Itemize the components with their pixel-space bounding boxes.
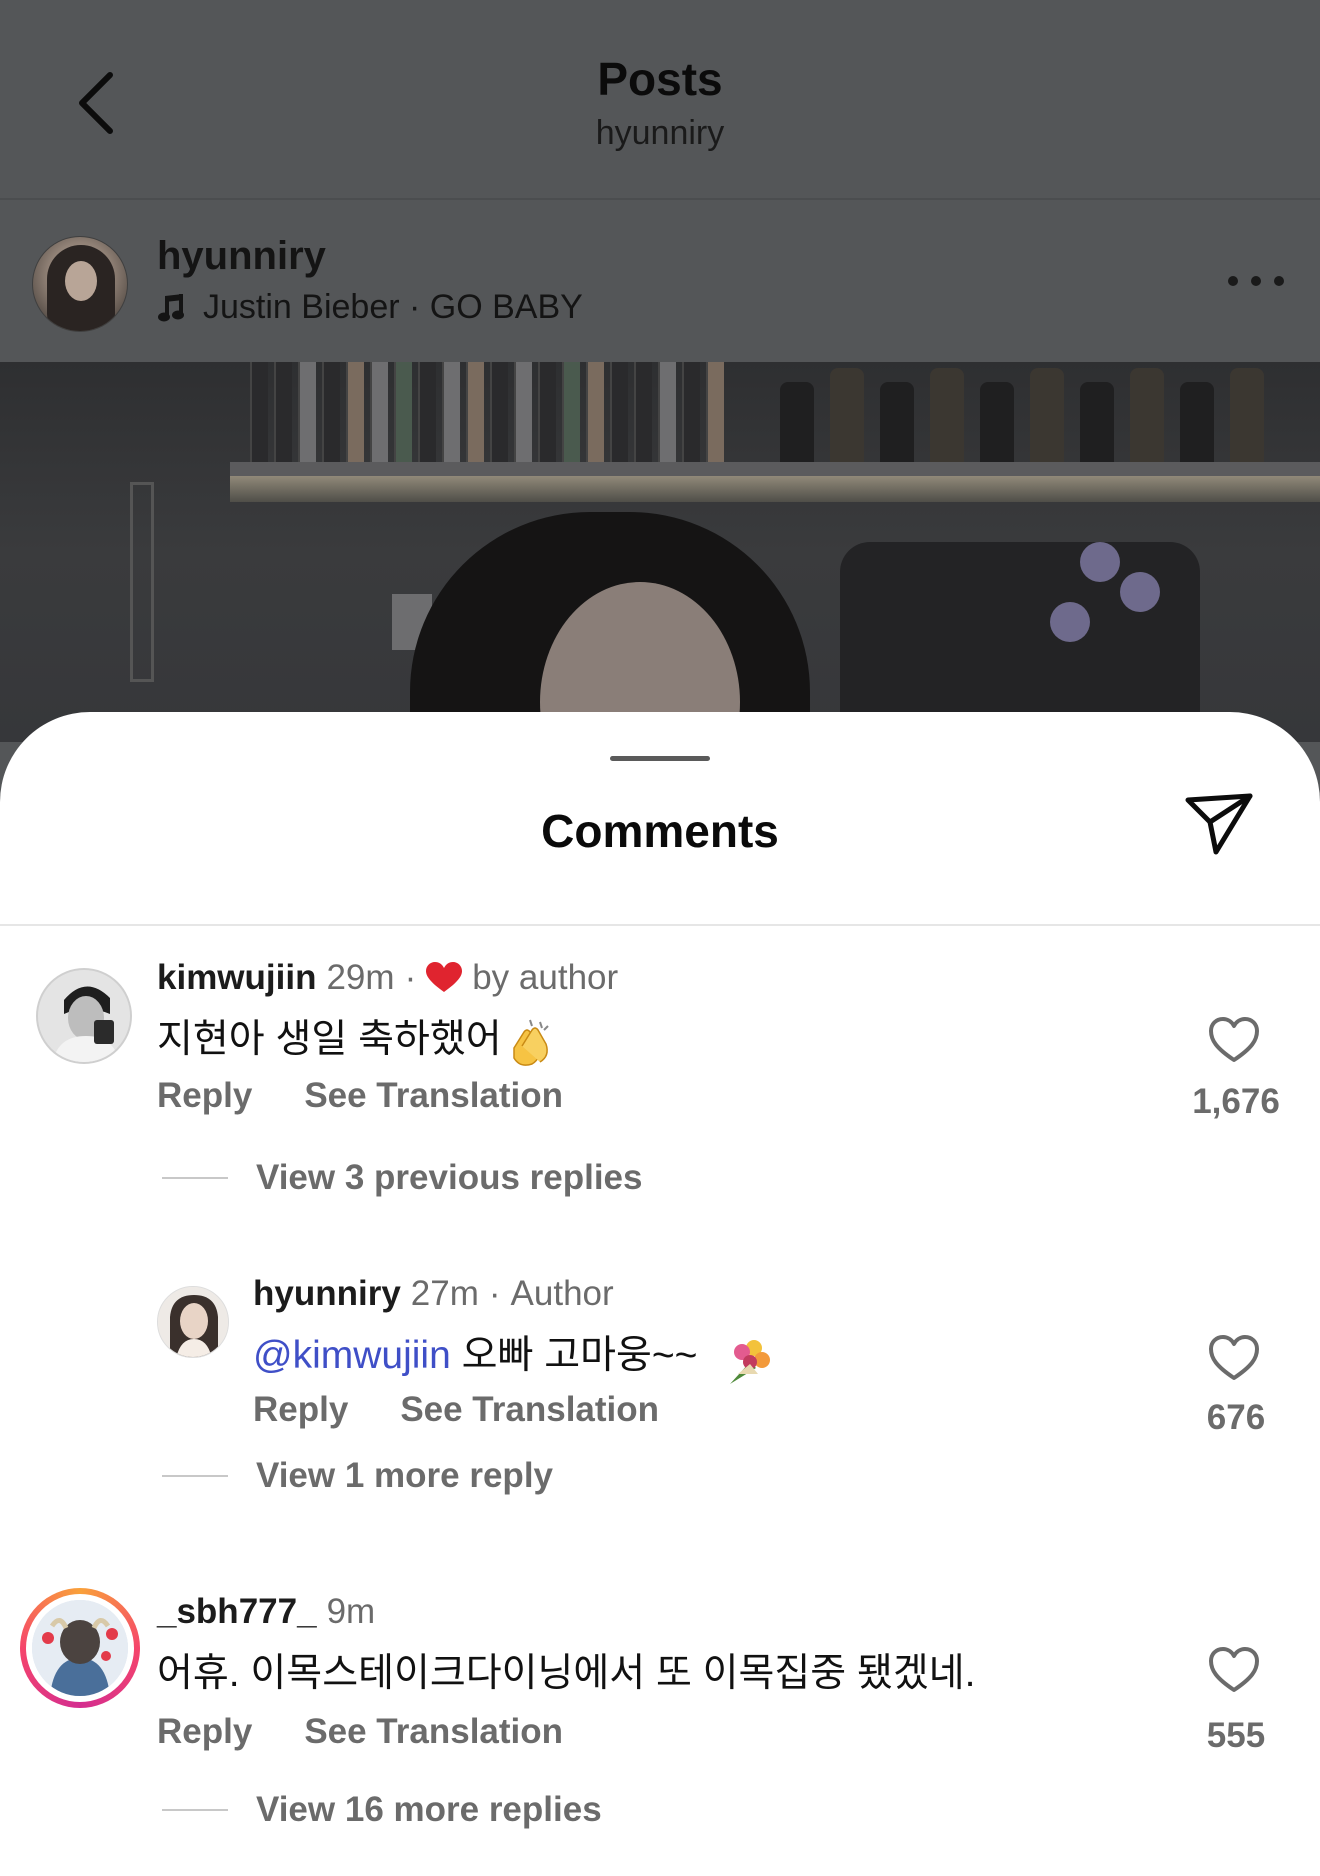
comment-actions: Reply See Translation bbox=[157, 1076, 563, 1116]
comment-item: _sbh777_ 9m 어휴. 이목스테이크다이닝에서 또 이목집중 됐겠네. … bbox=[0, 1588, 1320, 1858]
heart-icon bbox=[1209, 1647, 1259, 1692]
share-icon bbox=[1185, 793, 1253, 855]
like-count: 676 bbox=[1206, 1398, 1266, 1437]
bouquet-emoji bbox=[720, 1334, 771, 1384]
more-icon[interactable] bbox=[1228, 266, 1284, 296]
post-music-label: Justin Bieber · GO BABY bbox=[203, 288, 583, 326]
comment-actions: Reply See Translation bbox=[253, 1390, 659, 1430]
comment-time: 27m bbox=[410, 1274, 479, 1313]
author-badge: Author bbox=[510, 1274, 614, 1313]
comment-header: hyunniry 27m · Author bbox=[253, 1274, 614, 1314]
like-count: 555 bbox=[1206, 1716, 1266, 1755]
page-title: Posts bbox=[597, 53, 723, 105]
top-bar: Posts hyunniry bbox=[0, 0, 1320, 198]
comment-item: kimwujiin 29m · by author 지현아 생일 축하했어 Re… bbox=[0, 952, 1320, 1197]
comment-username[interactable]: kimwujiin bbox=[157, 958, 316, 998]
like-button[interactable] bbox=[1208, 1334, 1264, 1386]
see-translation-button[interactable]: See Translation bbox=[304, 1076, 563, 1116]
heart-filled-icon bbox=[426, 962, 463, 992]
comment-text: 어휴. 이목스테이크다이닝에서 또 이목집중 됐겠네. bbox=[157, 1652, 976, 1695]
reply-button[interactable]: Reply bbox=[253, 1390, 348, 1430]
like-count: 1,676 bbox=[1192, 1082, 1280, 1121]
view-replies-button[interactable]: View 16 more replies bbox=[162, 1790, 602, 1830]
comment-text: @kimwujiin 오빠 고마웅~~ bbox=[253, 1324, 771, 1384]
view-replies-button[interactable]: View 1 more reply bbox=[162, 1456, 553, 1496]
view-replies-button[interactable]: View 3 previous replies bbox=[162, 1158, 643, 1198]
comment-username[interactable]: hyunniry bbox=[253, 1274, 401, 1314]
comment-time: 29m bbox=[326, 958, 395, 997]
heart-icon bbox=[1209, 1017, 1259, 1062]
liked-by-author-badge: by author bbox=[472, 958, 619, 997]
commenter-avatar[interactable] bbox=[157, 1286, 229, 1358]
comment-time: 9m bbox=[326, 1592, 376, 1631]
commenter-avatar-story-ring[interactable] bbox=[20, 1588, 140, 1708]
reply-button[interactable]: Reply bbox=[157, 1712, 252, 1752]
comment-text: 지현아 생일 축하했어 bbox=[157, 1008, 550, 1066]
sheet-drag-handle[interactable] bbox=[610, 756, 710, 761]
comment-header: kimwujiin 29m · by author bbox=[157, 958, 618, 998]
post-image bbox=[0, 362, 1320, 742]
comment-header: _sbh777_ 9m bbox=[157, 1592, 375, 1632]
post-header: hyunniry Justin Bieber · GO BABY bbox=[0, 200, 1320, 362]
separator: · bbox=[404, 958, 417, 997]
post-author-avatar[interactable] bbox=[32, 236, 128, 332]
clapping-hands-emoji bbox=[502, 1018, 550, 1066]
divider bbox=[0, 924, 1320, 926]
see-translation-button[interactable]: See Translation bbox=[400, 1390, 659, 1430]
share-button[interactable] bbox=[1182, 790, 1256, 858]
separator: · bbox=[488, 1274, 501, 1313]
mention-link[interactable]: @kimwujiin bbox=[253, 1334, 451, 1377]
see-translation-button[interactable]: See Translation bbox=[304, 1712, 563, 1752]
post-username[interactable]: hyunniry bbox=[157, 234, 326, 279]
comment-username[interactable]: _sbh777_ bbox=[157, 1592, 317, 1632]
like-button[interactable] bbox=[1208, 1646, 1264, 1698]
comment-actions: Reply See Translation bbox=[157, 1712, 563, 1752]
heart-icon bbox=[1209, 1335, 1259, 1380]
post-music[interactable]: Justin Bieber · GO BABY bbox=[157, 288, 583, 327]
sheet-title: Comments bbox=[541, 805, 779, 857]
comments-sheet: Comments kimwujiin 29m · by author 지현아 생… bbox=[0, 712, 1320, 1876]
reply-button[interactable]: Reply bbox=[157, 1076, 252, 1116]
like-button[interactable] bbox=[1208, 1016, 1264, 1068]
commenter-avatar[interactable] bbox=[36, 968, 132, 1064]
comment-reply-item: hyunniry 27m · Author @kimwujiin 오빠 고마웅~… bbox=[0, 1270, 1320, 1510]
page-subtitle: hyunniry bbox=[595, 114, 725, 152]
music-note-icon bbox=[158, 293, 184, 321]
